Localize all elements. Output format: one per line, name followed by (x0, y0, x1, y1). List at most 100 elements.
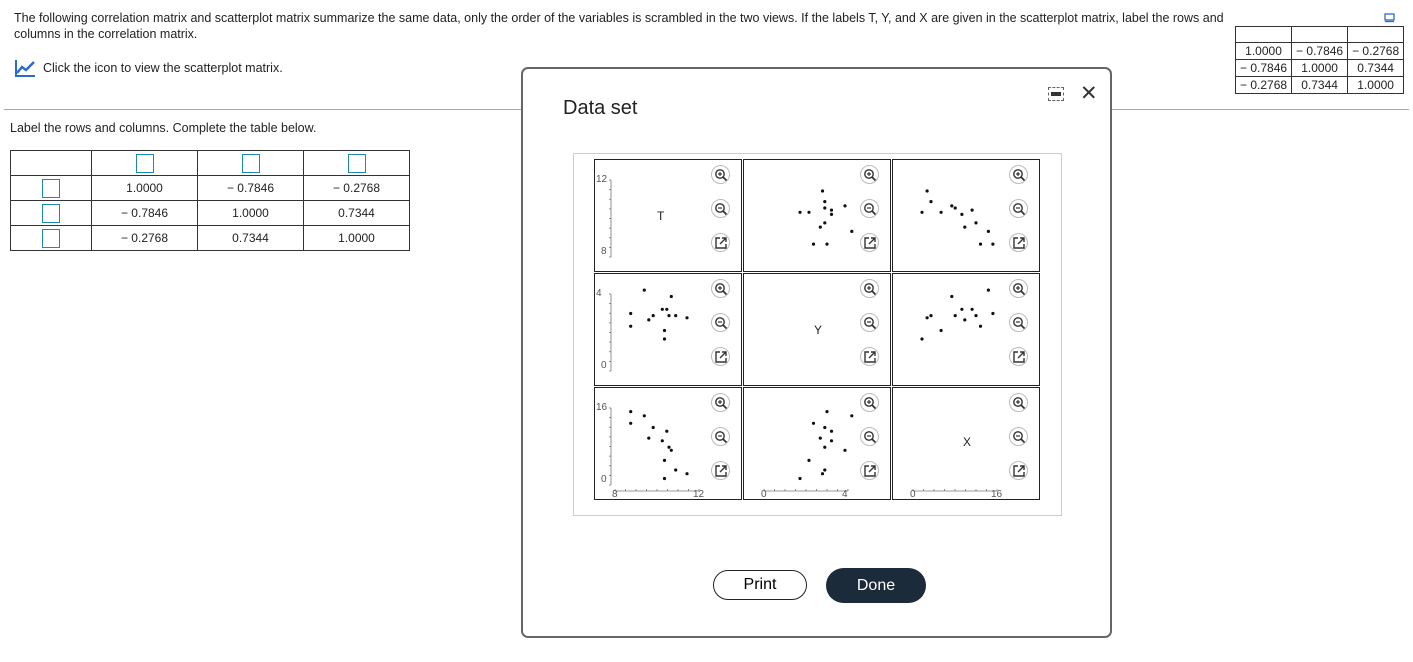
expand-icon[interactable] (860, 461, 879, 480)
zoom-out-icon[interactable] (1009, 313, 1028, 332)
scatter-cell-T-T: T 12 8 (594, 159, 742, 272)
row-label-input-1[interactable] (42, 178, 60, 198)
x-tick-label: 4 (842, 489, 848, 500)
expand-icon[interactable] (1009, 233, 1028, 252)
corr-cell: 0.7344 (1347, 59, 1405, 77)
scatter-point (642, 414, 646, 418)
zoom-out-icon[interactable] (860, 427, 879, 446)
scatter-point (667, 314, 671, 318)
scatter-point (986, 288, 990, 292)
expand-icon[interactable] (1009, 461, 1028, 480)
zoom-in-icon[interactable] (860, 279, 879, 298)
x-tick-label: 8 (612, 489, 618, 500)
zoom-in-icon[interactable] (1009, 393, 1028, 412)
variable-label: X (963, 435, 972, 449)
scatter-point (823, 445, 827, 449)
expand-icon (864, 237, 876, 249)
zoom-out-icon[interactable] (1009, 427, 1028, 446)
close-icon[interactable]: ✕ (1080, 83, 1098, 104)
scatter-point (651, 314, 655, 318)
expand-icon[interactable] (711, 347, 730, 366)
scatter-cell-T-Y (743, 159, 891, 272)
expand-icon (1013, 465, 1025, 477)
scatter-point (970, 307, 974, 311)
scatter-point (807, 210, 811, 214)
scatter-point (665, 429, 669, 433)
zoom-in-icon[interactable] (711, 279, 730, 298)
zoom-in-icon[interactable] (711, 393, 730, 412)
minimize-icon[interactable] (1048, 87, 1064, 101)
instruction-text: Label the rows and columns. Complete the… (10, 121, 317, 135)
y-tick-label: 8 (601, 246, 607, 257)
zoom-in-icon[interactable] (860, 393, 879, 412)
zoom-out-icon[interactable] (711, 313, 730, 332)
scatter-point (811, 421, 816, 425)
scatter-point (662, 328, 667, 333)
scatter-cell-T-X (892, 159, 1040, 272)
row-label-input-2[interactable] (42, 203, 60, 223)
answer-cell: − 0.7846 (91, 200, 198, 226)
scatter-point (825, 410, 829, 414)
scatter-point (665, 307, 669, 311)
scatter-cell-X-Y: 04 (743, 387, 891, 500)
column-label-input-3[interactable] (347, 153, 366, 173)
scatter-point (629, 410, 633, 414)
scatter-point (667, 445, 671, 449)
zoom-in-icon[interactable] (711, 165, 730, 184)
scatter-point (970, 208, 974, 212)
scatter-cell-X-X: X 0 16 (892, 387, 1040, 500)
scatter-point (660, 307, 664, 311)
expand-icon[interactable] (711, 461, 730, 480)
zoom-in-icon[interactable] (1009, 165, 1028, 184)
zoom-in-icon (715, 397, 728, 410)
expand-icon (864, 465, 876, 477)
scatter-cell-X-T: 16 0 8 12 (594, 387, 742, 500)
print-button[interactable]: Print (713, 570, 807, 600)
zoom-in-icon[interactable] (860, 165, 879, 184)
zoom-out-icon[interactable] (711, 199, 730, 218)
column-label-input-2[interactable] (241, 153, 260, 173)
corr-cell: − 0.2768 (1347, 42, 1405, 60)
view-scatterplot-link[interactable]: Click the icon to view the scatterplot m… (14, 58, 283, 78)
scatter-point (662, 458, 667, 462)
done-button[interactable]: Done (826, 568, 926, 603)
scatter-point (929, 200, 933, 204)
expand-icon[interactable] (860, 347, 879, 366)
scatter-point (685, 472, 689, 476)
zoom-in-icon[interactable] (1009, 279, 1028, 298)
collapse-icon[interactable] (1384, 13, 1395, 23)
scatter-cell-Y-T: 40 (594, 273, 742, 386)
corr-header-row (1234, 26, 1405, 43)
corr-cell: − 0.7846 (1234, 59, 1293, 77)
expand-icon (1013, 237, 1025, 249)
expand-icon[interactable] (1009, 347, 1028, 366)
x-tick-label: 0 (910, 489, 916, 500)
answer-row-label-cell (10, 175, 92, 201)
zoom-out-icon[interactable] (860, 199, 879, 218)
expand-icon[interactable] (711, 233, 730, 252)
scatter-point (929, 314, 933, 318)
scatter-point (829, 429, 834, 433)
zoom-out-icon[interactable] (860, 313, 879, 332)
answer-row: − 0.7846 1.0000 0.7344 (10, 200, 410, 226)
zoom-out-icon[interactable] (1009, 199, 1028, 218)
scatter-point (662, 337, 667, 341)
expand-icon[interactable] (860, 233, 879, 252)
zoom-out-icon (1013, 203, 1026, 216)
scatter-point (925, 189, 929, 193)
scatter-point (823, 200, 827, 204)
zoom-out-icon[interactable] (711, 427, 730, 446)
y-tick-label: 12 (596, 174, 608, 185)
scatter-point (950, 204, 954, 208)
scatter-point (960, 212, 964, 216)
row-label-input-3[interactable] (42, 228, 60, 248)
scatter-point (823, 425, 827, 430)
scatter-point (829, 208, 834, 212)
answer-cell: 1.0000 (197, 200, 304, 226)
scatter-point (669, 448, 673, 452)
answer-cell: − 0.2768 (91, 225, 198, 251)
corr-cell: − 0.7846 (1291, 42, 1349, 60)
expand-icon (864, 351, 876, 363)
column-label-input-1[interactable] (135, 153, 154, 173)
y-tick-label: 16 (596, 402, 608, 413)
